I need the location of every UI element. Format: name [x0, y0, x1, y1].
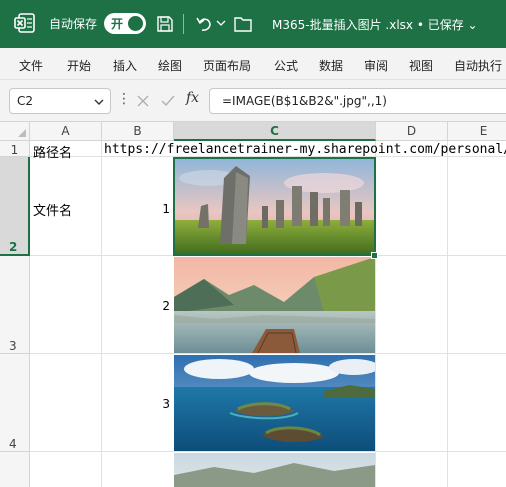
- row-header-2-label: 2: [9, 240, 18, 254]
- formula-input[interactable]: =IMAGE(B$1&B2&".jpg",,1): [209, 88, 506, 114]
- select-all-triangle: [18, 129, 26, 137]
- more-options-icon[interactable]: ⋮: [117, 91, 131, 107]
- column-header-a[interactable]: A: [30, 122, 102, 141]
- gridline: [101, 141, 102, 487]
- cell-c4-image[interactable]: [174, 355, 375, 451]
- select-all-corner[interactable]: [0, 122, 30, 141]
- formula-bar: C2 ⋮ fx =IMAGE(B$1&B2&".jpg",,1): [0, 80, 506, 122]
- column-header-b[interactable]: B: [102, 122, 174, 141]
- autosave-toggle-label: 开: [111, 17, 124, 31]
- column-header-e[interactable]: E: [448, 122, 506, 141]
- undo-icon[interactable]: [194, 14, 214, 34]
- cell-b3[interactable]: 2: [104, 299, 170, 313]
- gridline: [447, 141, 448, 487]
- undo-dropdown-icon[interactable]: [216, 18, 226, 28]
- name-box[interactable]: C2: [9, 88, 111, 114]
- row-header-2[interactable]: 2: [0, 157, 30, 256]
- cell-b2[interactable]: 1: [104, 202, 170, 216]
- active-cell-border: [173, 157, 376, 256]
- cell-a2[interactable]: 文件名: [33, 200, 72, 219]
- title-bar: 自动保存 开 M365-批量插入图片 .xlsx • 已保存 ⌄: [0, 0, 506, 48]
- column-header-c[interactable]: C: [174, 122, 376, 141]
- row-header-3[interactable]: 3: [0, 256, 30, 354]
- column-header-d[interactable]: D: [376, 122, 448, 141]
- tab-page-layout[interactable]: 页面布局: [203, 57, 251, 74]
- fill-handle[interactable]: [371, 252, 378, 259]
- chevron-down-icon[interactable]: [94, 97, 104, 107]
- row-header-1[interactable]: 1: [0, 141, 30, 157]
- excel-window: 自动保存 开 M365-批量插入图片 .xlsx • 已保存 ⌄ 文件 开始 插…: [0, 0, 506, 487]
- tab-automate[interactable]: 自动执行: [454, 57, 502, 74]
- row-header-5[interactable]: [0, 452, 30, 487]
- worksheet-grid[interactable]: A B C D E 1 2 3 4 路径名 https://freelancet…: [0, 122, 506, 487]
- excel-icon[interactable]: [14, 12, 36, 34]
- formula-text: =IMAGE(B$1&B2&".jpg",,1): [222, 94, 387, 108]
- autosave-toggle[interactable]: 开: [104, 13, 146, 34]
- toggle-knob: [128, 16, 143, 31]
- toolbar-separator: [183, 14, 184, 34]
- name-box-value: C2: [17, 94, 34, 108]
- enter-check-icon[interactable]: [160, 93, 176, 109]
- document-title[interactable]: M365-批量插入图片 .xlsx • 已保存 ⌄: [272, 16, 478, 33]
- save-icon[interactable]: [155, 14, 175, 34]
- folder-icon[interactable]: [233, 15, 253, 33]
- tab-draw[interactable]: 绘图: [158, 57, 182, 74]
- autosave-label: 自动保存: [49, 17, 98, 31]
- ribbon-tabs: 文件 开始 插入 绘图 页面布局 公式 数据 审阅 视图 自动执行: [0, 48, 506, 80]
- tab-formulas[interactable]: 公式: [274, 57, 298, 74]
- cancel-icon[interactable]: [135, 93, 151, 109]
- row-header-4[interactable]: 4: [0, 354, 30, 452]
- tab-view[interactable]: 视图: [409, 57, 433, 74]
- cell-a1[interactable]: 路径名: [33, 142, 72, 161]
- tab-home[interactable]: 开始: [67, 57, 91, 74]
- row-header-4-label: 4: [9, 437, 17, 451]
- row-header-3-label: 3: [9, 339, 17, 353]
- tab-file[interactable]: 文件: [19, 57, 43, 74]
- gridline: [30, 353, 506, 354]
- cell-b4[interactable]: 3: [104, 397, 170, 411]
- tab-review[interactable]: 审阅: [364, 57, 388, 74]
- cell-c3-image[interactable]: [174, 257, 375, 353]
- cell-b1[interactable]: https://freelancetrainer-my.sharepoint.c…: [104, 142, 506, 157]
- insert-function-icon[interactable]: fx: [186, 90, 199, 106]
- tab-insert[interactable]: 插入: [113, 57, 137, 74]
- cell-c5-image[interactable]: [174, 453, 375, 487]
- gridline: [30, 451, 506, 452]
- tab-data[interactable]: 数据: [319, 57, 343, 74]
